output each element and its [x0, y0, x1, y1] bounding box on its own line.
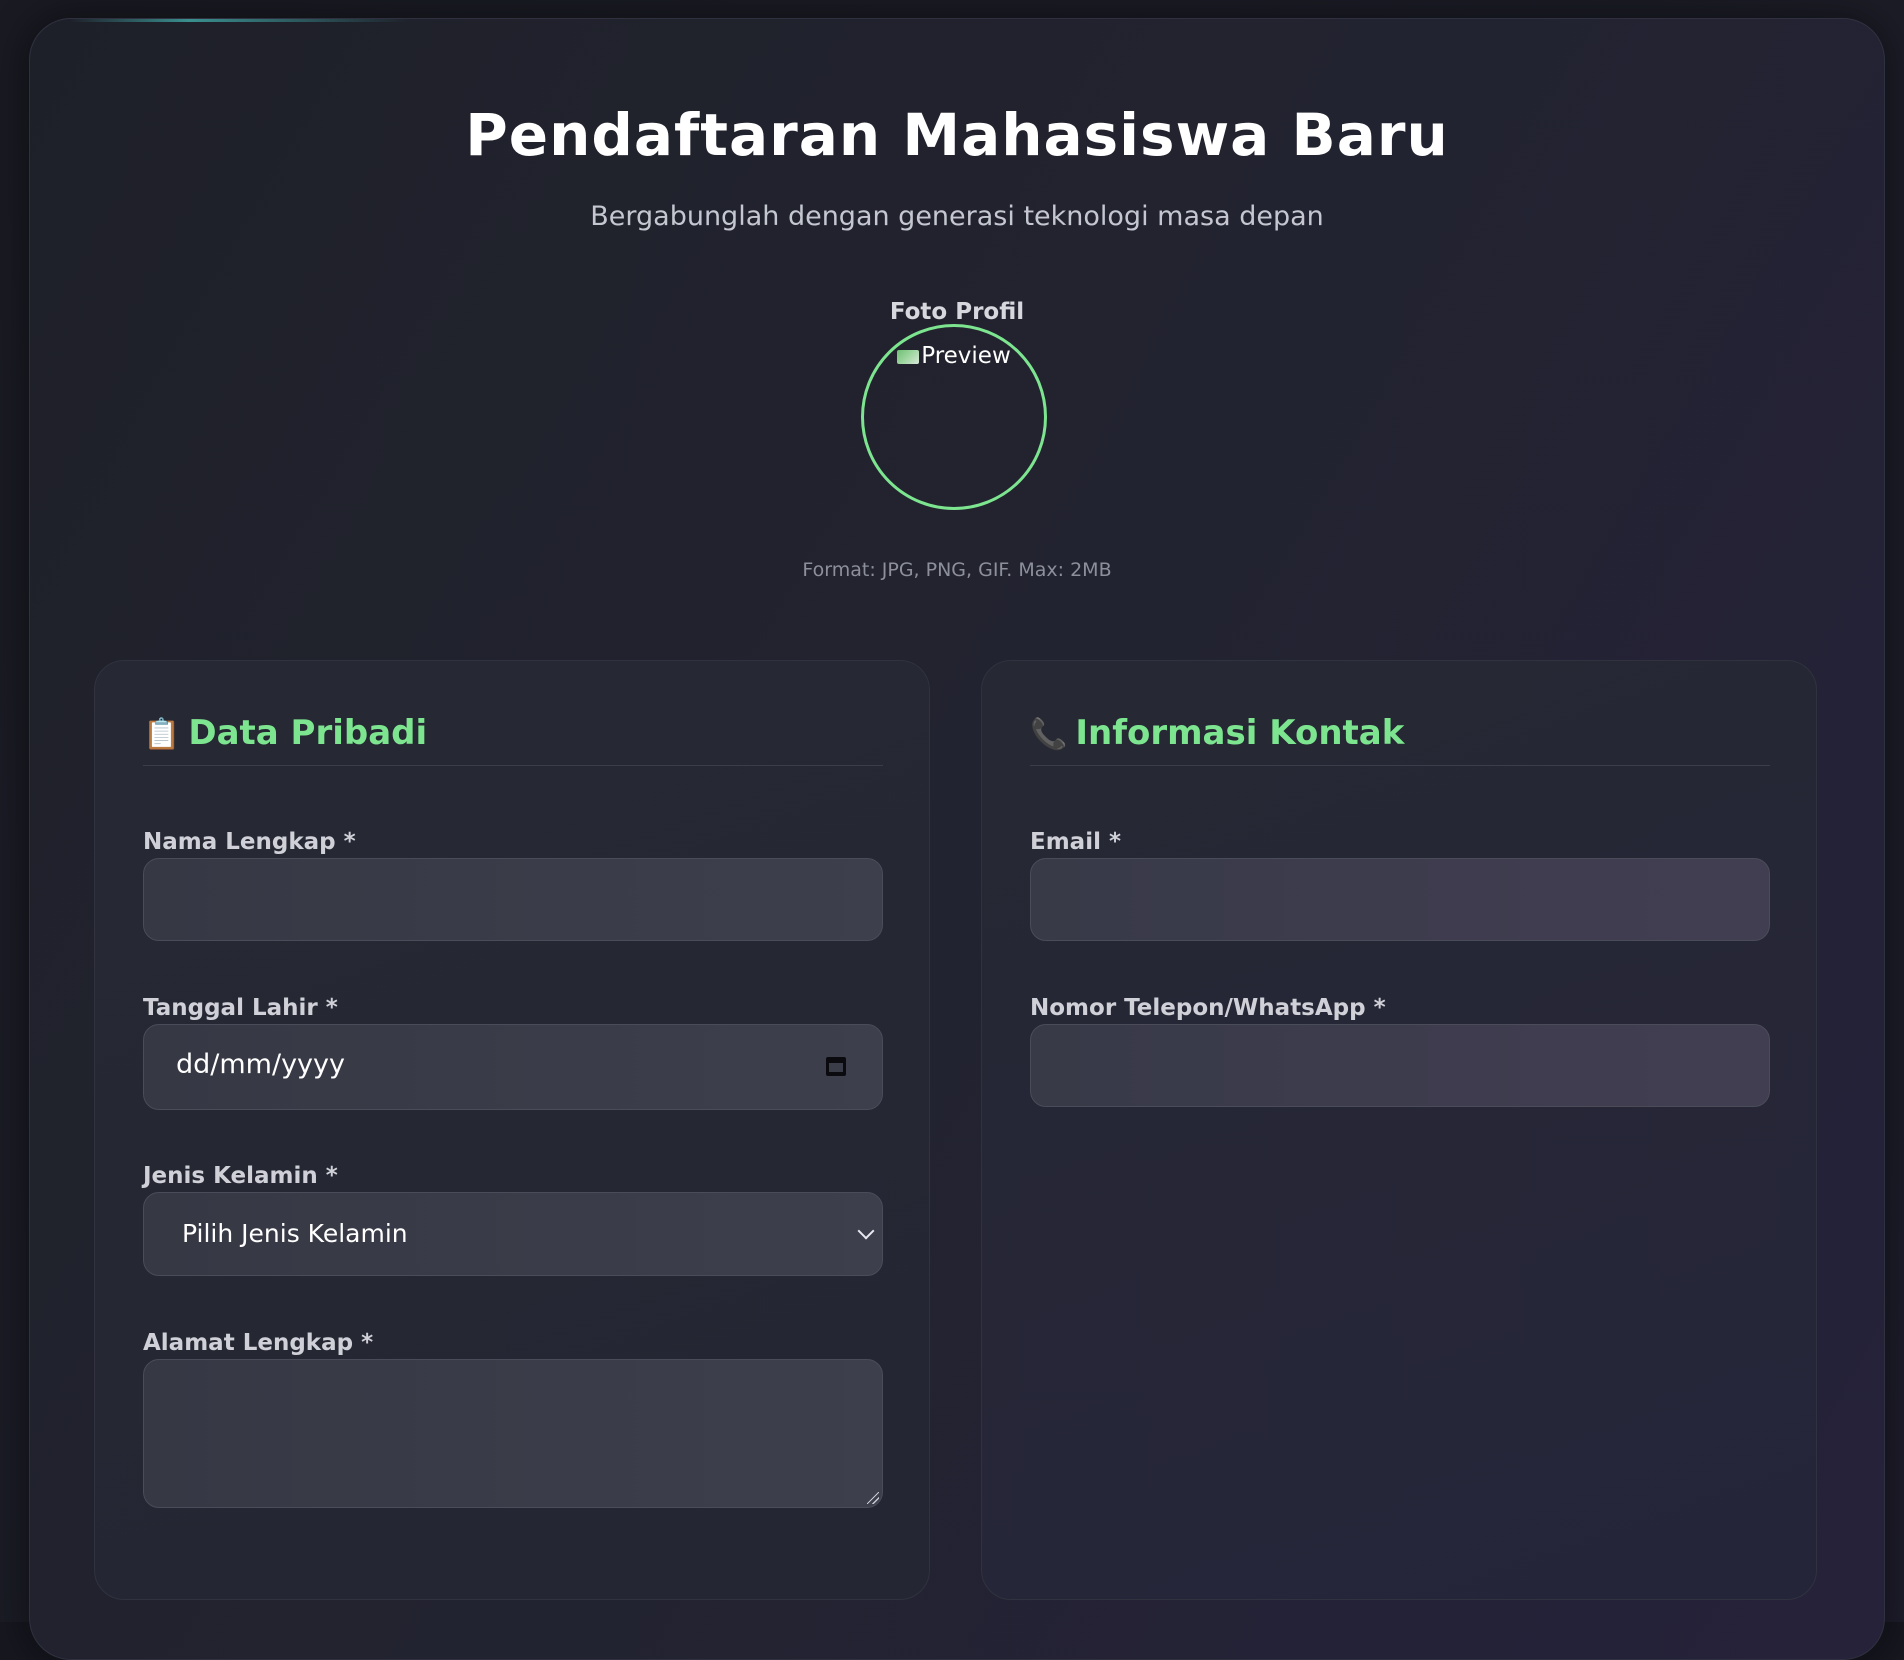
gender-select[interactable]: Pilih Jenis Kelamin [143, 1192, 883, 1276]
section-header: 📋 Data Pribadi [143, 711, 883, 766]
section-header: 📞 Informasi Kontak [1030, 711, 1770, 766]
section-contact-info: 📞 Informasi Kontak Email * Nomor Telepon/… [981, 660, 1817, 1600]
resize-handle-icon[interactable] [867, 1492, 879, 1504]
calendar-icon[interactable] [826, 1057, 846, 1076]
photo-label: Foto Profil [889, 299, 1025, 325]
photo-format-hint: Format: JPG, PNG, GIF. Max: 2MB [802, 559, 1112, 581]
birth-date-input[interactable]: dd/mm/yyyy [143, 1024, 883, 1110]
section-title-text: Informasi Kontak [1075, 713, 1405, 753]
full-name-input[interactable] [143, 858, 883, 941]
profile-photo-upload[interactable]: Preview [861, 324, 1047, 510]
section-title-contact: 📞 Informasi Kontak [1030, 713, 1404, 753]
photo-preview-alt-text: Preview [921, 343, 1011, 369]
email-input[interactable] [1030, 858, 1770, 941]
phone-input[interactable] [1030, 1024, 1770, 1107]
gender-label: Jenis Kelamin * [143, 1163, 338, 1189]
card-top-accent [70, 19, 410, 22]
section-personal-data: 📋 Data Pribadi Nama Lengkap * Tanggal Lah… [94, 660, 930, 1600]
section-title-personal: 📋 Data Pribadi [143, 713, 427, 753]
birth-date-placeholder: dd/mm/yyyy [176, 1049, 345, 1080]
registration-card: Pendaftaran Mahasiswa Baru Bergabunglah … [29, 18, 1885, 1660]
photo-preview-image: Preview [864, 343, 1044, 369]
chevron-down-icon [857, 1222, 875, 1240]
section-title-text: Data Pribadi [188, 713, 428, 753]
phone-label: Nomor Telepon/WhatsApp * [1030, 995, 1386, 1021]
page-subtitle: Bergabunglah dengan generasi teknologi m… [590, 201, 1324, 232]
address-label: Alamat Lengkap * [143, 1330, 374, 1356]
gender-select-value: Pilih Jenis Kelamin [182, 1219, 408, 1248]
clipboard-icon: 📋 [143, 717, 181, 752]
birth-date-label: Tanggal Lahir * [143, 995, 338, 1021]
address-textarea[interactable] [143, 1359, 883, 1508]
broken-image-icon [897, 349, 920, 364]
email-label: Email * [1030, 829, 1122, 855]
phone-icon: 📞 [1030, 717, 1068, 752]
page-title: Pendaftaran Mahasiswa Baru [465, 101, 1449, 169]
full-name-label: Nama Lengkap * [143, 829, 356, 855]
